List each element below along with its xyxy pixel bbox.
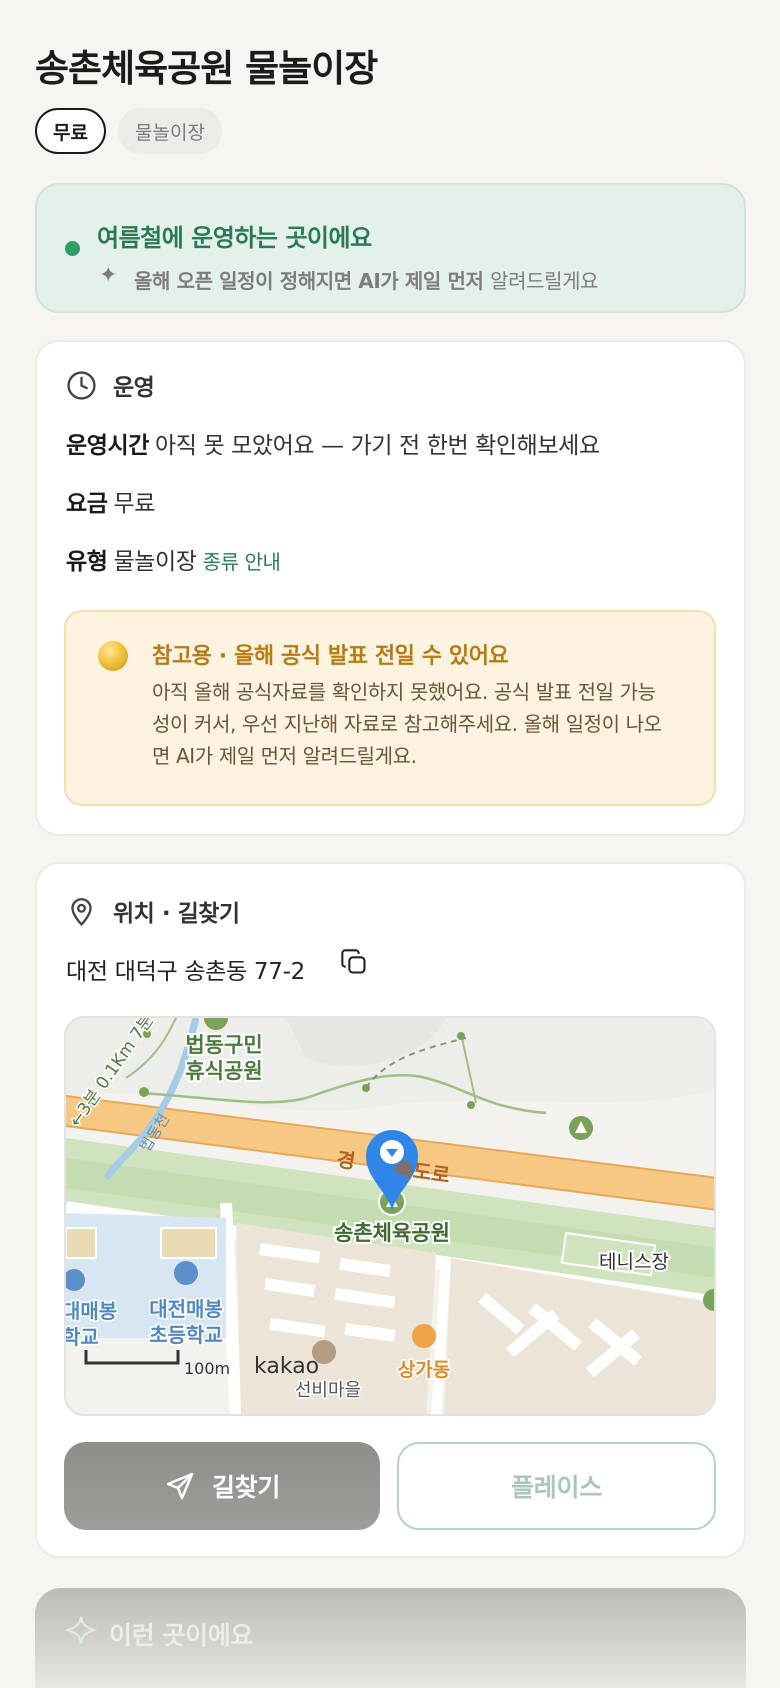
season-subtext-light: 알려드릴게요 bbox=[490, 269, 599, 293]
fee-value: 무료 bbox=[113, 491, 156, 517]
notice-title: 참고용 · 올해 공식 발표 전일 수 있어요 bbox=[152, 644, 509, 669]
navigation-arrow-icon bbox=[166, 1472, 194, 1500]
map-label-school-a: 대전매봉 bbox=[149, 1297, 223, 1321]
about-section-header: 이런 곳이에요 bbox=[35, 1588, 746, 1688]
place-detail-page: 송촌체육공원 물놀이장 무료 물놀이장 여름철에 운영하는 곳이에요 ✦ 올해 … bbox=[0, 0, 780, 1688]
hours-label: 운영시간 bbox=[66, 433, 150, 459]
type-row: 유형 물놀이장 종류 안내 bbox=[66, 542, 281, 576]
operation-header: 운영 bbox=[66, 368, 155, 402]
map-view[interactable]: 법동구민 휴식공원 ←3분 0.1Km 7분 법동천 경 속도로 송촌체육공원 … bbox=[64, 1016, 716, 1416]
season-headline: 여름철에 운영하는 곳이에요 bbox=[97, 224, 372, 252]
route-button-label: 길찾기 bbox=[211, 1473, 281, 1502]
clock-icon bbox=[67, 370, 96, 400]
map-canvas[interactable]: 법동구민 휴식공원 ←3분 0.1Km 7분 법동천 경 속도로 송촌체육공원 … bbox=[66, 1018, 716, 1416]
route-button[interactable]: 길찾기 bbox=[64, 1442, 380, 1530]
map-label-school-left-b: 학교 bbox=[66, 1325, 99, 1349]
map-brand-logo: kakao bbox=[254, 1354, 319, 1379]
place-button[interactable]: 플레이스 bbox=[397, 1442, 716, 1530]
map-scale-label: 100m bbox=[184, 1359, 230, 1378]
status-dot bbox=[65, 241, 80, 256]
type-value: 물놀이장 bbox=[113, 549, 197, 575]
notice-body: 아직 올해 공식자료를 확인하지 못했어요. 공식 발표 전일 가능성이 커서,… bbox=[152, 680, 662, 768]
map-label-highway-a: 경 bbox=[335, 1147, 357, 1173]
operation-card: 운영 운영시간 아직 못 모았어요 — 가기 전 한번 확인해보세요 요금 무료 유… bbox=[35, 340, 746, 836]
place-button-label: 플레이스 bbox=[511, 1473, 602, 1502]
map-label-village: 선비마을 bbox=[295, 1380, 361, 1401]
location-pin-icon bbox=[71, 897, 92, 926]
season-banner: 여름철에 운영하는 곳이에요 ✦ 올해 오픈 일정이 정해지면 AI가 제일 먼… bbox=[35, 183, 746, 313]
location-card: 위치 · 길찾기 대전 대덕구 송촌동 77-2 법동구민 휴식공원 ←3분 0… bbox=[35, 862, 746, 1558]
map-label-park-rest2: 휴식공원 bbox=[185, 1059, 262, 1083]
copy-icon[interactable] bbox=[340, 948, 368, 976]
hours-value: 아직 못 모았어요 — 가기 전 한번 확인해보세요 bbox=[155, 433, 600, 459]
sparkle-icon: ✦ bbox=[99, 263, 118, 288]
reference-notice: 참고용 · 올해 공식 발표 전일 수 있어요 아직 올해 공식자료를 확인하지… bbox=[64, 610, 716, 806]
fee-label: 요금 bbox=[66, 491, 108, 517]
map-label-school-b: 초등학교 bbox=[149, 1323, 223, 1347]
location-title: 위치 · 길찾기 bbox=[113, 901, 240, 927]
operation-title: 운영 bbox=[113, 375, 155, 401]
type-label: 유형 bbox=[66, 549, 108, 575]
map-label-shop: 상가동 bbox=[398, 1359, 450, 1381]
season-subtext: 올해 오픈 일정이 정해지면 AI가 제일 먼저 알려드릴게요 bbox=[134, 265, 598, 294]
map-label-tennis: 테니스장 bbox=[599, 1251, 669, 1273]
location-header: 위치 · 길찾기 bbox=[66, 894, 240, 928]
sparkle-icon bbox=[65, 1616, 97, 1644]
type-guide-link[interactable]: 종류 안내 bbox=[203, 550, 281, 574]
chip-category[interactable]: 물놀이장 bbox=[118, 108, 222, 154]
map-label-school-left-a: 대매봉 bbox=[66, 1299, 117, 1323]
map-label-destination: 송촌체육공원 bbox=[334, 1221, 450, 1245]
coin-icon bbox=[98, 641, 128, 671]
map-label-park-rest: 법동구민 bbox=[185, 1033, 262, 1057]
hours-row: 운영시간 아직 못 모았어요 — 가기 전 한번 확인해보세요 bbox=[66, 426, 600, 460]
chip-fee[interactable]: 무료 bbox=[35, 108, 106, 154]
page-title: 송촌체육공원 물놀이장 bbox=[35, 47, 378, 90]
fee-row: 요금 무료 bbox=[66, 484, 155, 518]
season-subtext-bold: 올해 오픈 일정이 정해지면 AI가 제일 먼저 bbox=[134, 269, 484, 293]
about-section-title: 이런 곳이에요 bbox=[109, 1621, 253, 1650]
address-text: 대전 대덕구 송촌동 77-2 bbox=[66, 959, 305, 985]
